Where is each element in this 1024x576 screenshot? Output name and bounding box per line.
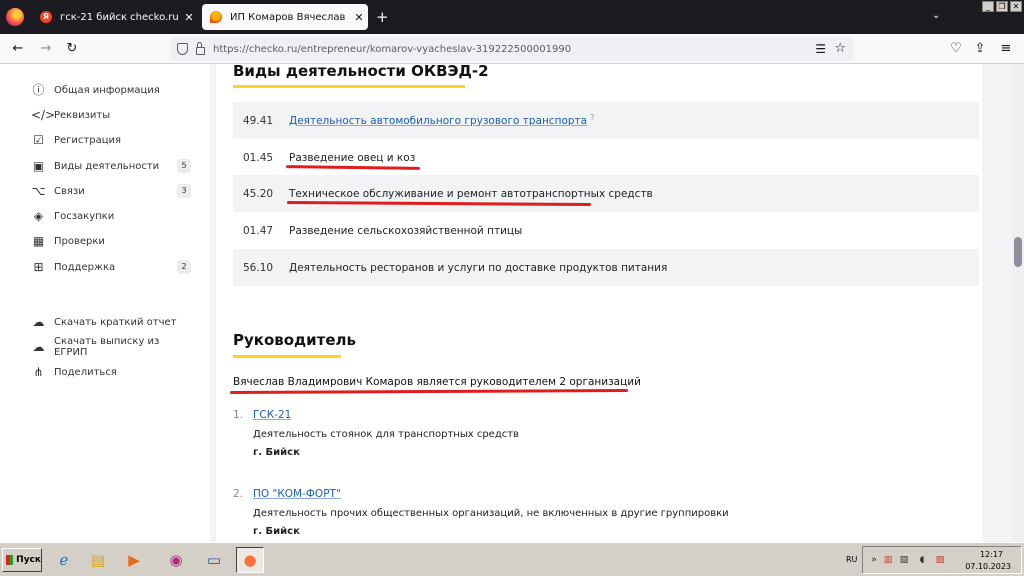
cloud-download-icon: ☁ <box>32 314 45 329</box>
new-tab-button[interactable]: + <box>376 8 389 26</box>
sidebar-item-general-info[interactable]: ⓘ Общая информация <box>31 81 191 99</box>
network-icon[interactable]: ▥ <box>883 555 893 565</box>
sidebar-item-procurement[interactable]: ◈ Госзакупки <box>31 207 191 225</box>
close-window-button[interactable]: ✕ <box>1010 1 1022 12</box>
start-button[interactable]: Пуск <box>2 548 42 572</box>
leader-summary-text: Вячеслав Владимрович Комаров является ру… <box>233 376 641 388</box>
restore-button[interactable]: ❐ <box>996 1 1008 12</box>
extensions-icon[interactable]: ⇪ <box>970 39 990 59</box>
count-badge: 3 <box>177 184 191 198</box>
close-tab-icon[interactable]: ✕ <box>182 11 196 24</box>
menu-hamburger-icon[interactable]: ≡ <box>996 39 1016 59</box>
tab-label: ИП Комаров Вячеслав Владимирович <box>230 11 348 23</box>
browser-nav-bar: ← → ↻ https://checko.ru/entrepreneur/kom… <box>0 34 1024 64</box>
bookmark-star-icon[interactable]: ☆ <box>834 41 846 56</box>
count-badge: 2 <box>177 260 191 274</box>
leader-card: Руководитель Вячеслав Владимрович Комаро… <box>216 314 982 542</box>
tag-icon: ◈ <box>33 208 44 223</box>
clock-date[interactable]: 07.10.2023 <box>965 562 1011 571</box>
leader-section-title: Руководитель <box>233 331 357 349</box>
lock-icon[interactable] <box>196 41 205 55</box>
okved-main-activity-link[interactable]: Деятельность автомобильного грузового тр… <box>289 115 587 127</box>
reload-icon[interactable]: ↻ <box>62 39 82 59</box>
okved-row: 01.47 Разведение сельскохозяйственной пт… <box>243 224 523 237</box>
web-page: ⓘ Общая информация </> Реквизиты ☑ Регис… <box>0 64 1012 542</box>
share-icon: ⋔ <box>33 364 44 379</box>
org-activity: Деятельность прочих общественных организ… <box>253 508 729 519</box>
count-badge: 5 <box>177 159 191 173</box>
support-icon: ⊞ <box>33 259 44 274</box>
sidebar-item-requisites[interactable]: </> Реквизиты <box>31 106 191 124</box>
language-indicator[interactable]: RU <box>846 555 857 564</box>
forward-arrow-icon[interactable]: → <box>36 39 56 59</box>
reader-view-icon[interactable]: ☰ <box>815 42 826 56</box>
tab-yandex-search[interactable]: Я гск-21 бийск checko.ru — Яндекс ✕ <box>32 4 196 30</box>
title-underline <box>233 355 341 358</box>
windows-logo-icon <box>6 555 14 565</box>
windows-taskbar: Пуск ℯ ▤ ▶ ◉ ▭ ● RU » ▥ ▧ ◖ ▨ 12:17 07.1… <box>0 542 1024 576</box>
checko-icon <box>210 11 222 23</box>
okved-row: 56.10 Деятельность ресторанов и услуги п… <box>233 249 979 286</box>
security-icon[interactable]: ▧ <box>899 555 909 565</box>
calendar-check-icon: ▦ <box>32 233 45 248</box>
cloud-download-icon: ☁ <box>32 339 45 354</box>
org-city: г. Бийск <box>253 526 300 537</box>
display-icon[interactable]: ▭ <box>200 547 228 573</box>
firefox-icon[interactable]: ● <box>236 547 264 573</box>
download-brief-report-link[interactable]: ☁ Скачать краткий отчет <box>31 313 191 331</box>
sidebar-item-connections[interactable]: ⌥ Связи 3 <box>31 182 191 200</box>
connections-icon: ⌥ <box>31 183 46 198</box>
sidebar-item-support[interactable]: ⊞ Поддержка 2 <box>31 258 191 276</box>
okved-row: 45.20 Техническое обслуживание и ремонт … <box>233 175 979 212</box>
help-icon[interactable]: ? <box>590 113 594 122</box>
info-icon: ⓘ <box>32 82 45 97</box>
list-all-tabs-icon[interactable]: ⌄ <box>932 10 940 21</box>
title-underline <box>233 85 465 88</box>
volume-icon[interactable]: ◖ <box>917 555 927 565</box>
sidebar: ⓘ Общая информация </> Реквизиты ☑ Регис… <box>0 64 210 542</box>
explorer-icon[interactable]: ▤ <box>84 547 112 573</box>
registration-icon: ☑ <box>33 132 44 147</box>
tracking-shield-icon[interactable] <box>177 43 188 55</box>
sidebar-item-activities[interactable]: ▣ Виды деятельности 5 <box>31 157 191 175</box>
media-player-icon[interactable]: ▶ <box>120 547 148 573</box>
firefox-alt-icon[interactable]: ◉ <box>162 547 190 573</box>
browser-tab-bar: Я гск-21 бийск checko.ru — Яндекс ✕ ИП К… <box>0 0 1024 34</box>
org-link-gsk21[interactable]: ГСК-21 <box>253 409 291 421</box>
sidebar-item-inspections[interactable]: ▦ Проверки <box>31 232 191 250</box>
org-city: г. Бийск <box>253 447 300 458</box>
page-scrollbar[interactable] <box>1012 64 1024 542</box>
pocket-icon[interactable]: ♡ <box>946 39 966 59</box>
url-text[interactable]: https://checko.ru/entrepreneur/komarov-v… <box>213 44 571 55</box>
tab-label: гск-21 бийск checko.ru — Яндекс <box>60 11 178 23</box>
okved-row: 49.41 Деятельность автомобильного грузов… <box>233 102 979 139</box>
tab-checko-active[interactable]: ИП Комаров Вячеслав Владимирович ✕ <box>202 4 368 30</box>
okved-section-title: Виды деятельности ОКВЭД-2 <box>233 64 489 80</box>
minimize-button[interactable]: _ <box>982 1 994 12</box>
tray-expand-icon[interactable]: » <box>869 555 879 565</box>
usb-icon[interactable]: ▨ <box>935 555 945 565</box>
clock-time[interactable]: 12:17 <box>980 550 1003 559</box>
address-bar[interactable]: https://checko.ru/entrepreneur/komarov-v… <box>170 37 854 61</box>
back-arrow-icon[interactable]: ← <box>8 39 28 59</box>
okved-row: 01.45 Разведение овец и коз <box>243 151 416 164</box>
org-activity: Деятельность стоянок для транспортных ср… <box>253 429 519 440</box>
scrollbar-thumb[interactable] <box>1014 237 1022 267</box>
close-tab-icon[interactable]: ✕ <box>352 11 366 24</box>
share-link[interactable]: ⋔ Поделиться <box>31 363 191 381</box>
download-egrip-extract-link[interactable]: ☁ Скачать выписку из ЕГРИП <box>31 336 191 358</box>
system-tray: RU » ▥ ▧ ◖ ▨ 12:17 07.10.2023 <box>846 546 1022 574</box>
yandex-icon: Я <box>40 11 52 23</box>
firefox-menu-icon[interactable] <box>6 8 24 26</box>
code-icon: </> <box>31 107 56 122</box>
org-link-kom-fort[interactable]: ПО "КОМ-ФОРТ" <box>253 488 341 500</box>
sidebar-item-registration[interactable]: ☑ Регистрация <box>31 131 191 149</box>
briefcase-icon: ▣ <box>32 158 45 173</box>
ie-icon[interactable]: ℯ <box>50 547 78 573</box>
red-annotation-underline <box>229 388 629 395</box>
